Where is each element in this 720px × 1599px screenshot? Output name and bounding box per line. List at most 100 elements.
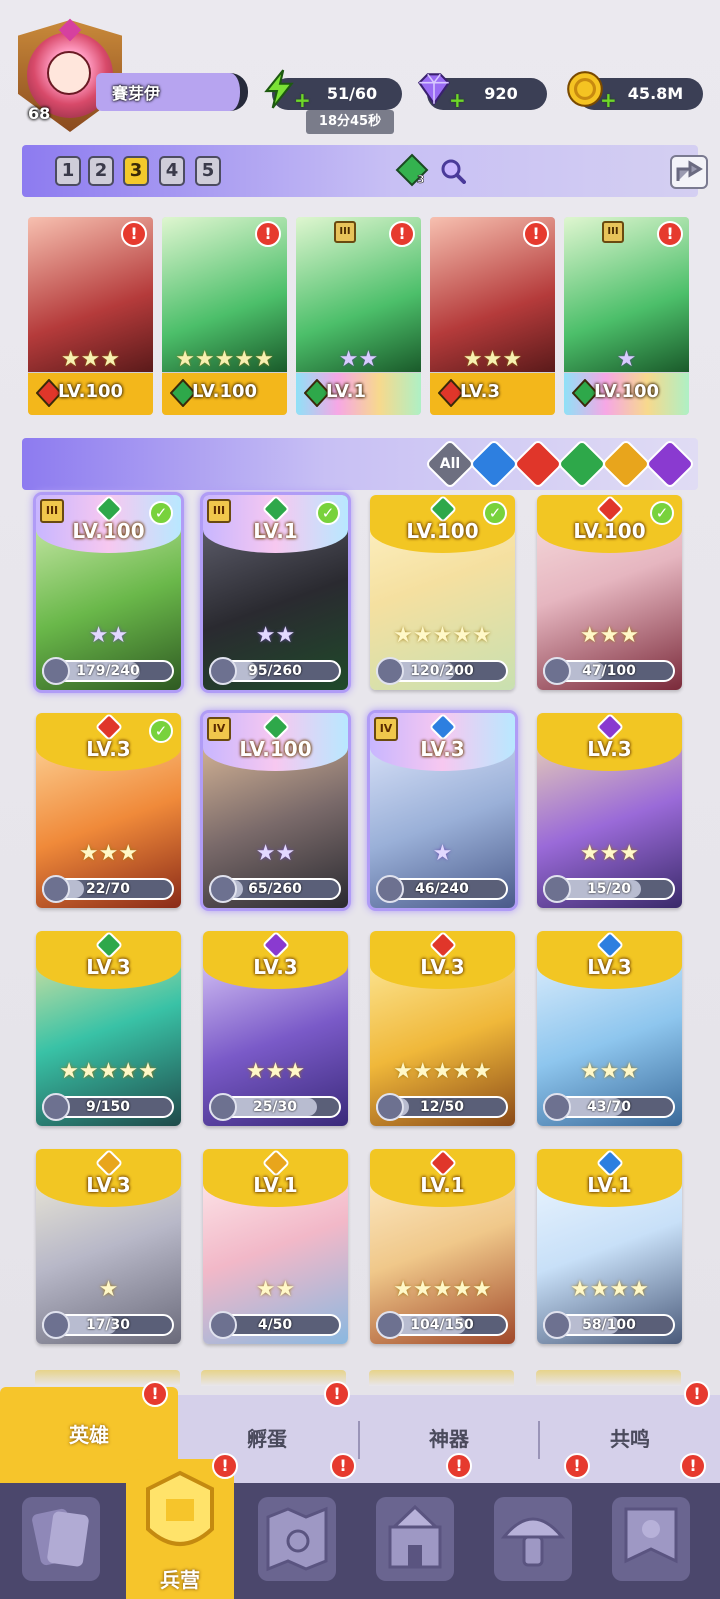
hero-card[interactable]: LV.1 ★★★★ 58/100 xyxy=(537,1149,682,1344)
check-icon: ✓ xyxy=(149,719,173,743)
nav-banner-alert-icon: ! xyxy=(680,1453,706,1479)
energy-plus-icon[interactable]: + xyxy=(294,90,311,110)
map-icon xyxy=(266,1506,328,1572)
team-element-gem-icon: 3 xyxy=(395,153,429,187)
hero-rank-badge: III xyxy=(40,499,64,523)
team-member-level: LV.100 xyxy=(594,381,660,402)
nav-cards-button[interactable] xyxy=(22,1497,100,1581)
hero-shard-progress: 22/70 xyxy=(42,875,174,903)
nav-map-button[interactable] xyxy=(258,1497,336,1581)
shard-icon xyxy=(209,657,237,685)
team-tab-5[interactable]: 5 xyxy=(195,156,221,186)
nav-barracks-alert-icon: ! xyxy=(212,1453,238,1479)
team-tab-3[interactable]: 3 xyxy=(123,156,149,186)
hero-card[interactable]: LV.1 ★★★★★ 104/150 xyxy=(370,1149,515,1344)
hero-level: LV.3 xyxy=(420,955,465,979)
team-member-card[interactable]: ★★ LV.1 ! III xyxy=(296,217,421,415)
gold-counter[interactable]: + 45.8M xyxy=(567,71,703,110)
share-button[interactable] xyxy=(670,155,708,189)
hero-level: LV.1 xyxy=(420,1173,465,1197)
team-tab-2[interactable]: 2 xyxy=(88,156,114,186)
hero-level: LV.3 xyxy=(587,737,632,761)
filter-water-button[interactable] xyxy=(468,438,520,490)
hero-rank-badge: III xyxy=(207,499,231,523)
energy-timer: 18分45秒 xyxy=(306,110,394,134)
gem-plus-icon[interactable]: + xyxy=(449,90,466,110)
filter-fire-button[interactable] xyxy=(512,438,564,490)
energy-counter[interactable]: + 51/60 xyxy=(264,69,402,110)
hero-level: LV.3 xyxy=(253,955,298,979)
team-member-footer: LV.100 xyxy=(564,373,689,415)
hero-rank-badge: IV xyxy=(374,717,398,741)
hero-card[interactable]: LV.100 ✓ ★★★ 47/100 xyxy=(537,495,682,690)
shard-icon xyxy=(42,1311,70,1339)
nav-castle-button[interactable] xyxy=(376,1497,454,1581)
hero-card[interactable]: LV.3 ★★★★★ 9/150 xyxy=(36,931,181,1126)
tab-resonance-alert-icon: ! xyxy=(684,1381,710,1407)
hero-card[interactable]: LV.3 ✓ ★★★ 22/70 xyxy=(36,713,181,908)
shard-icon xyxy=(376,1311,404,1339)
team-member-alert-icon: ! xyxy=(657,221,683,247)
nav-mushroom-button[interactable] xyxy=(494,1497,572,1581)
hero-card[interactable]: LV.1 ★★ 4/50 xyxy=(203,1149,348,1344)
team-member-card[interactable]: ★★★ LV.100 ! xyxy=(28,217,153,415)
hero-stars: ★★ xyxy=(88,623,129,648)
hero-card[interactable]: LV.3 ★★★ 15/20 xyxy=(537,713,682,908)
hero-shard-progress: 58/100 xyxy=(543,1311,675,1339)
team-member-card[interactable]: ★★★★★ LV.100 ! xyxy=(162,217,287,415)
hero-card[interactable]: LV.3 ★★★ 25/30 xyxy=(203,931,348,1126)
hero-card[interactable]: LV.100 IV ★★ 65/260 xyxy=(203,713,348,908)
filter-light-button[interactable] xyxy=(600,438,652,490)
gem-counter[interactable]: + 920 xyxy=(417,73,547,110)
hero-card[interactable]: LV.100 ✓ ★★★★★ 120/200 xyxy=(370,495,515,690)
filter-all-button[interactable]: All xyxy=(424,438,476,490)
hero-card[interactable]: LV.3 ★★★★★ 12/50 xyxy=(370,931,515,1126)
player-name-bar[interactable]: 賽芽伊 xyxy=(96,73,248,111)
shard-icon xyxy=(376,1093,404,1121)
tab-heroes-label: 英雄 xyxy=(69,1423,109,1447)
nav-barracks-button[interactable]: 兵营 xyxy=(126,1459,234,1599)
team-member-alert-icon: ! xyxy=(121,221,147,247)
hero-card[interactable]: LV.100 ✓ III ★★ 179/240 xyxy=(36,495,181,690)
hero-level: LV.3 xyxy=(86,955,131,979)
player-level: 68 xyxy=(28,104,51,123)
hero-stars: ★★★★★ xyxy=(393,1059,492,1084)
hero-card[interactable]: LV.1 ✓ III ★★ 95/260 xyxy=(203,495,348,690)
hero-stars: ★ xyxy=(432,841,453,866)
hero-stars: ★★★★★ xyxy=(59,1059,158,1084)
check-icon: ✓ xyxy=(483,501,507,525)
filter-nature-button[interactable] xyxy=(556,438,608,490)
team-tab-1[interactable]: 1 xyxy=(55,156,81,186)
hero-stars: ★★★ xyxy=(245,1059,306,1084)
cards-icon xyxy=(32,1508,89,1567)
hero-shard-progress: 120/200 xyxy=(376,657,508,685)
team-member-alert-icon: ! xyxy=(255,221,281,247)
hero-stars: ★★★★★ xyxy=(393,623,492,648)
team-member-footer: LV.100 xyxy=(162,373,287,415)
team-member-stars: ★★★★★ xyxy=(175,347,274,372)
shard-icon xyxy=(209,1311,237,1339)
tab-hatch-alert-icon: ! xyxy=(324,1381,350,1407)
hero-shard-progress: 9/150 xyxy=(42,1093,174,1121)
team-gem-count: 3 xyxy=(417,173,425,186)
nav-barracks-label: 兵营 xyxy=(160,1568,200,1592)
shard-icon xyxy=(543,657,571,685)
team-member-level: LV.100 xyxy=(58,381,124,402)
hero-level: LV.1 xyxy=(587,1173,632,1197)
nav-banner-button[interactable] xyxy=(612,1497,690,1581)
castle-icon xyxy=(388,1504,442,1569)
team-member-alert-icon: ! xyxy=(389,221,415,247)
gold-plus-icon[interactable]: + xyxy=(600,90,617,110)
hero-stars: ★★★★ xyxy=(570,1277,649,1302)
team-member-card[interactable]: ★ LV.100 ! III xyxy=(564,217,689,415)
hero-card[interactable]: LV.3 ★ 17/30 xyxy=(36,1149,181,1344)
search-icon[interactable] xyxy=(440,158,466,184)
hero-card[interactable]: LV.3 IV ★ 46/240 xyxy=(370,713,515,908)
team-tab-4[interactable]: 4 xyxy=(159,156,185,186)
filter-dark-button[interactable] xyxy=(644,438,696,490)
team-member-card[interactable]: ★★★ LV.3 ! xyxy=(430,217,555,415)
hero-card[interactable]: LV.3 ★★★ 43/70 xyxy=(537,931,682,1126)
check-icon: ✓ xyxy=(149,501,173,525)
hero-stars: ★★★★★ xyxy=(393,1277,492,1302)
hero-stars: ★★ xyxy=(255,1277,296,1302)
